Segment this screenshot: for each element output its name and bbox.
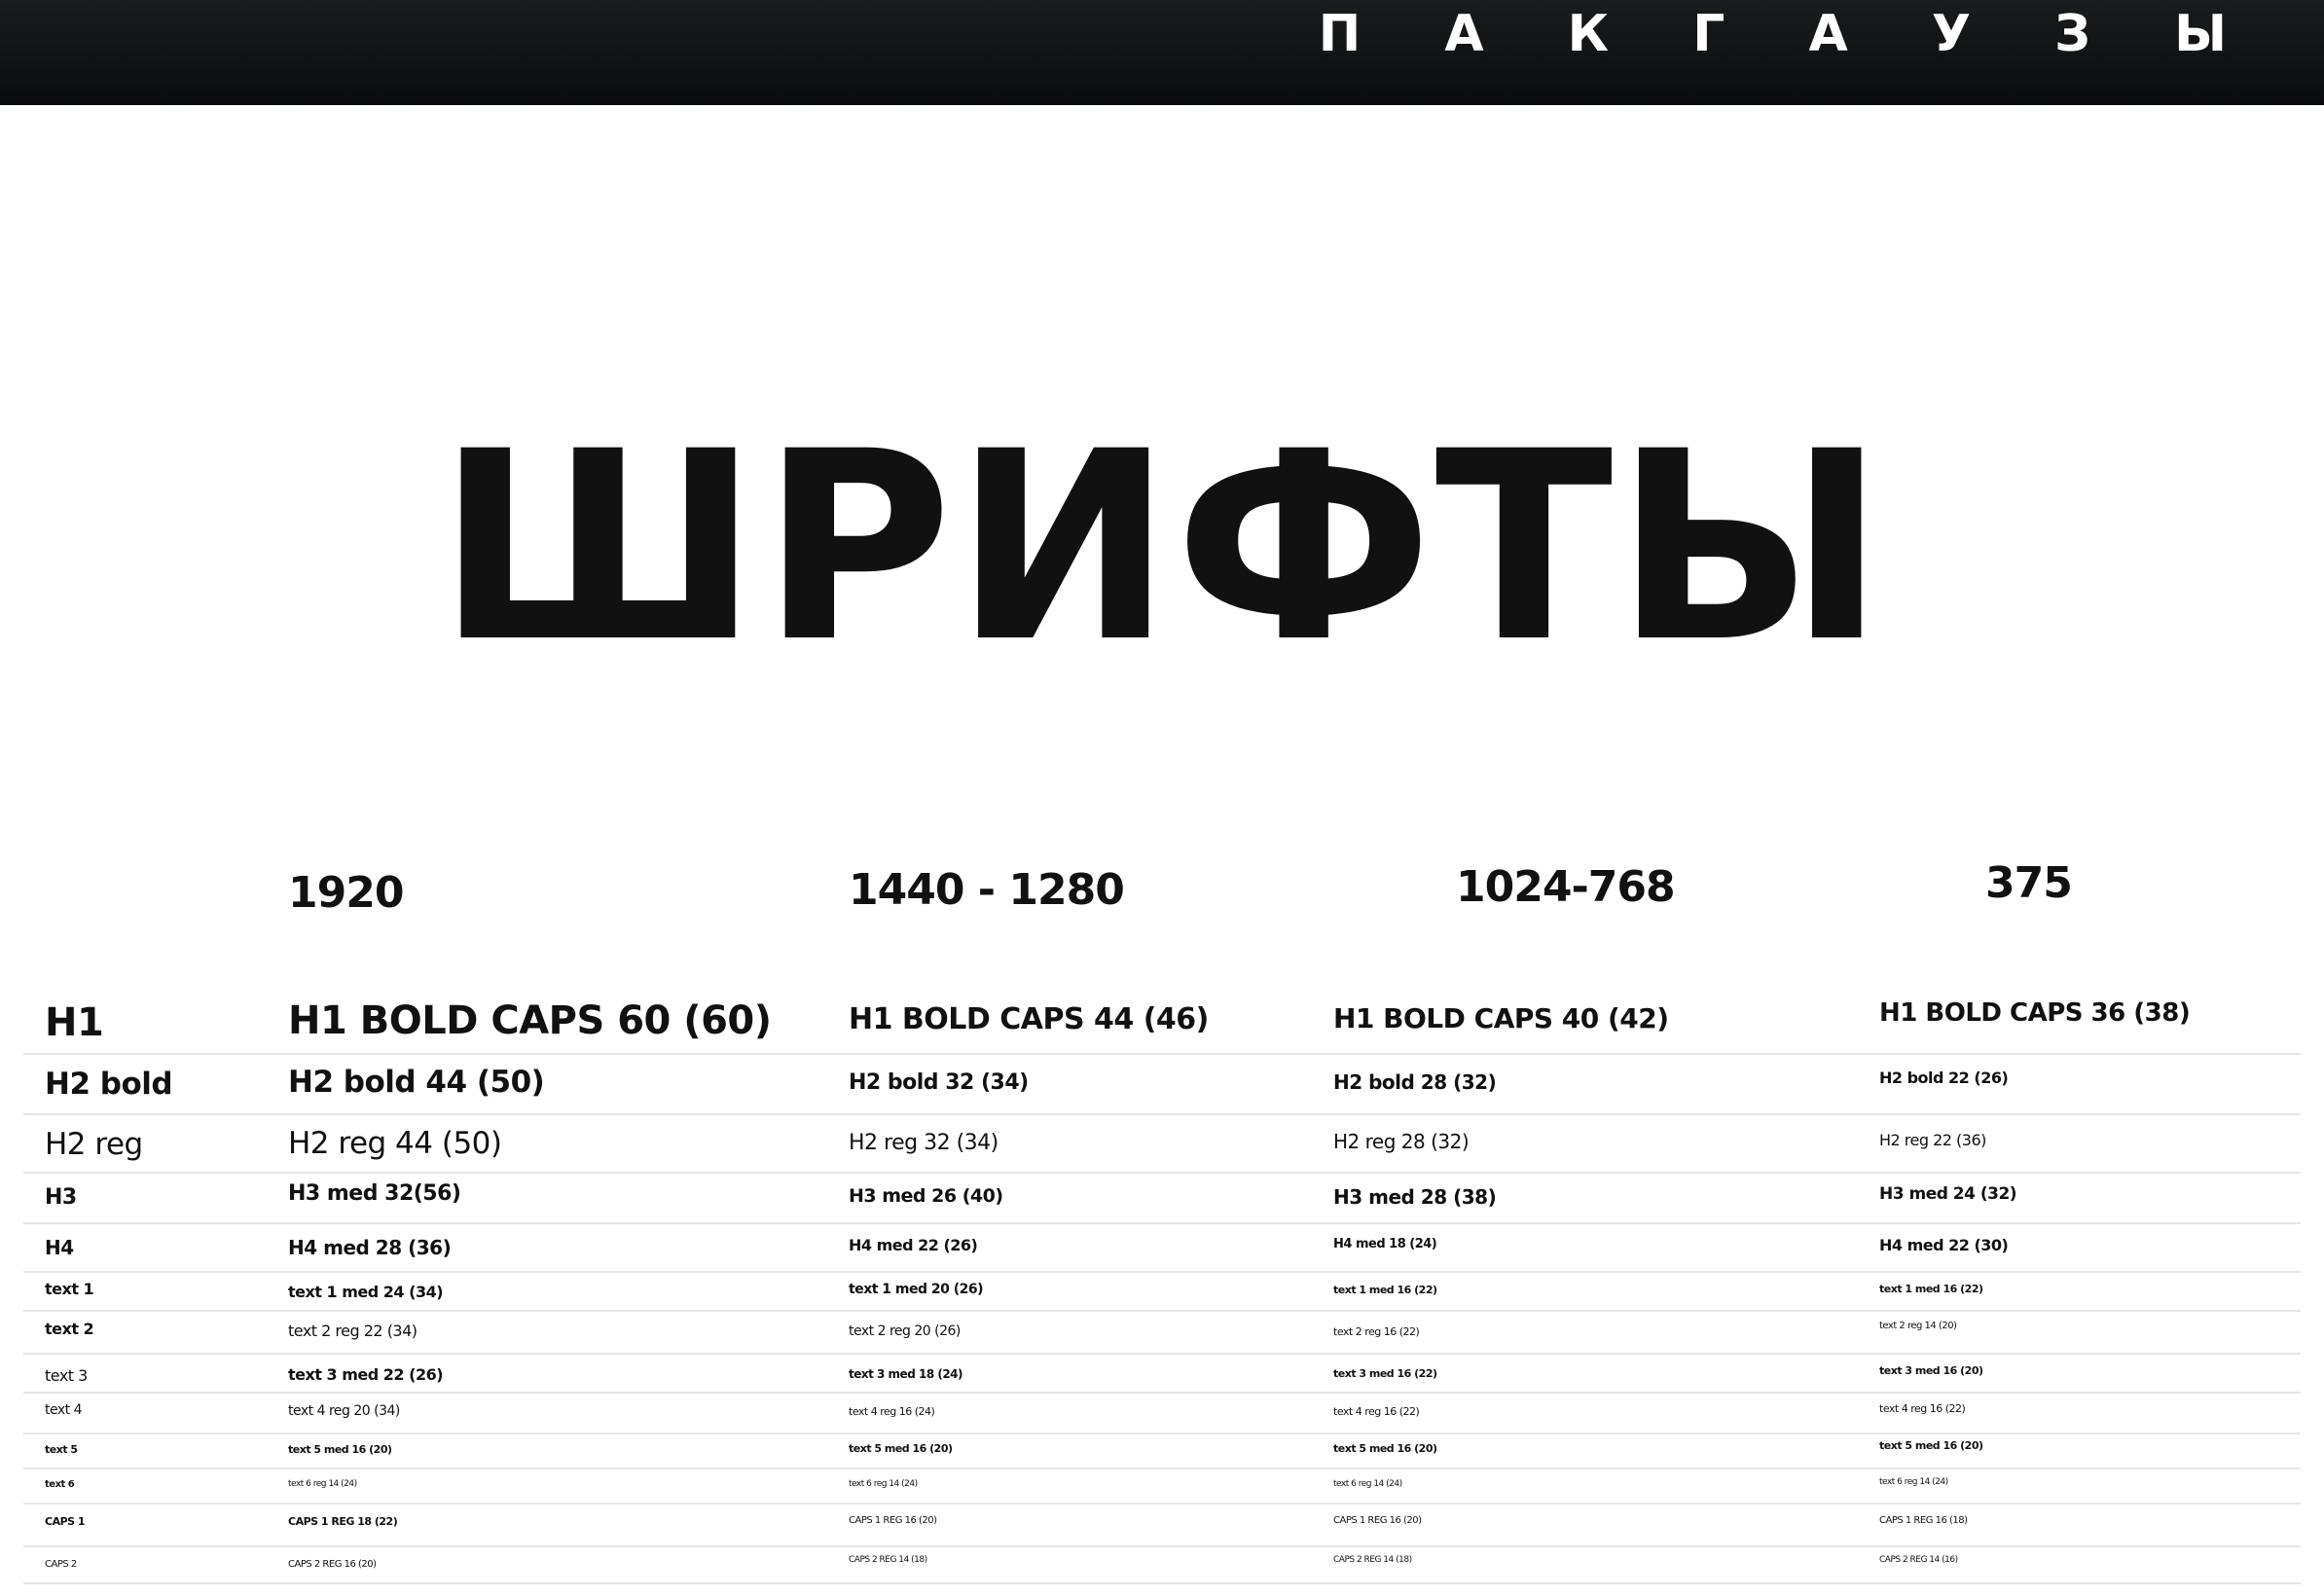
row-label: text 4 [45, 1402, 83, 1418]
cell-1024: text 2 reg 16 (22) [1333, 1325, 1420, 1338]
cell-1024: H3 med 28 (38) [1333, 1185, 1497, 1209]
cell-1440: H1 BOLD CAPS 44 (46) [849, 1002, 1209, 1036]
cell-1920: H2 reg 44 (50) [288, 1126, 502, 1161]
table-row-text-4: text 4 text 4 reg 20 (34) text 4 reg 16 … [23, 1394, 2301, 1434]
row-label: H2 bold [45, 1067, 173, 1102]
cell-1920: text 1 med 24 (34) [288, 1283, 444, 1301]
row-label: text 2 [45, 1320, 94, 1338]
cell-375: text 3 med 16 (20) [1879, 1364, 1983, 1377]
column-header-1024-768: 1024-768 [1456, 862, 1676, 912]
top-bar: П А К Г А У З Ы [0, 0, 2324, 105]
cell-1920: text 6 reg 14 (24) [288, 1479, 357, 1489]
row-label: text 6 [45, 1479, 75, 1490]
table-row-caps-1: CAPS 1 CAPS 1 REG 18 (22) CAPS 1 REG 16 … [23, 1504, 2301, 1547]
cell-1920: H3 med 32(56) [288, 1181, 461, 1206]
cell-1440: text 1 med 20 (26) [849, 1282, 984, 1297]
cell-1440: text 6 reg 14 (24) [849, 1479, 918, 1489]
cell-1024: CAPS 2 REG 14 (18) [1333, 1555, 1412, 1565]
cell-375: H3 med 24 (32) [1879, 1184, 2017, 1204]
table-row-text-2: text 2 text 2 reg 22 (34) text 2 reg 20 … [23, 1312, 2301, 1355]
row-label: H1 [45, 1000, 104, 1045]
table-row-text-6: text 6 text 6 reg 14 (24) text 6 reg 14 … [23, 1469, 2301, 1504]
cell-1440: CAPS 1 REG 16 (20) [849, 1515, 937, 1526]
row-label: H3 [45, 1185, 77, 1210]
cell-1440: text 4 reg 16 (24) [849, 1405, 935, 1418]
cell-1024: text 1 med 16 (22) [1333, 1284, 1437, 1296]
table-row-h2-reg: H2 reg H2 reg 44 (50) H2 reg 32 (34) H2 … [23, 1115, 2301, 1174]
table-row-caps-2: CAPS 2 CAPS 2 REG 16 (20) CAPS 2 REG 14 … [23, 1547, 2301, 1584]
cell-375: CAPS 2 REG 14 (16) [1879, 1555, 1958, 1565]
row-label: text 1 [45, 1280, 94, 1298]
cell-1024: H1 BOLD CAPS 40 (42) [1333, 1002, 1669, 1034]
cell-1440: H3 med 26 (40) [849, 1185, 1003, 1207]
cell-375: text 4 reg 16 (22) [1879, 1402, 1966, 1415]
cell-375: H4 med 22 (30) [1879, 1236, 2009, 1254]
cell-1024: H4 med 18 (24) [1333, 1237, 1437, 1251]
cell-1920: text 4 reg 20 (34) [288, 1403, 400, 1419]
row-label: H2 reg [45, 1127, 143, 1162]
cell-1920: text 5 med 16 (20) [288, 1443, 392, 1456]
cell-1024: H2 reg 28 (32) [1333, 1130, 1470, 1153]
cell-1440: text 3 med 18 (24) [849, 1367, 963, 1381]
cell-1440: text 5 med 16 (20) [849, 1442, 953, 1455]
row-label: H4 [45, 1236, 74, 1259]
cell-1440: H2 reg 32 (34) [849, 1131, 999, 1155]
table-row-text-3: text 3 text 3 med 22 (26) text 3 med 18 … [23, 1355, 2301, 1394]
table-row-h2-bold: H2 bold H2 bold 44 (50) H2 bold 32 (34) … [23, 1055, 2301, 1115]
cell-375: H1 BOLD CAPS 36 (38) [1879, 998, 2191, 1028]
cell-375: H2 bold 22 (26) [1879, 1069, 2009, 1087]
table-row-text-5: text 5 text 5 med 16 (20) text 5 med 16 … [23, 1434, 2301, 1469]
cell-1920: H2 bold 44 (50) [288, 1065, 545, 1100]
cell-1024: CAPS 1 REG 16 (20) [1333, 1515, 1422, 1526]
cell-1920: H4 med 28 (36) [288, 1236, 452, 1259]
cell-1440: CAPS 2 REG 14 (18) [849, 1555, 927, 1565]
table-row-h3: H3 H3 med 32(56) H3 med 26 (40) H3 med 2… [23, 1174, 2301, 1224]
cell-1024: text 3 med 16 (22) [1333, 1367, 1437, 1380]
row-label: CAPS 2 [45, 1559, 77, 1570]
cell-375: CAPS 1 REG 16 (18) [1879, 1515, 1968, 1526]
cell-1440: H2 bold 32 (34) [849, 1070, 1029, 1095]
cell-375: text 6 reg 14 (24) [1879, 1477, 1948, 1487]
cell-1920: text 2 reg 22 (34) [288, 1322, 418, 1340]
column-header-1440-1280: 1440 - 1280 [849, 865, 1125, 915]
row-label: text 3 [45, 1366, 88, 1385]
cell-375: H2 reg 22 (36) [1879, 1131, 1986, 1149]
column-header-1920: 1920 [288, 868, 404, 918]
cell-1024: text 4 reg 16 (22) [1333, 1405, 1420, 1418]
cell-1024: text 5 med 16 (20) [1333, 1442, 1437, 1455]
cell-1920: CAPS 2 REG 16 (20) [288, 1559, 377, 1570]
table-row-h1: H1 H1 BOLD CAPS 60 (60) H1 BOLD CAPS 44 … [23, 991, 2301, 1055]
cell-1440: H4 med 22 (26) [849, 1236, 978, 1254]
column-header-375: 375 [1985, 858, 2073, 908]
row-label: CAPS 1 [45, 1515, 86, 1528]
table-row-h4: H4 H4 med 28 (36) H4 med 22 (26) H4 med … [23, 1224, 2301, 1273]
cell-1440: text 2 reg 20 (26) [849, 1323, 961, 1339]
cell-1024: text 6 reg 14 (24) [1333, 1479, 1402, 1489]
cell-1920: text 3 med 22 (26) [288, 1365, 444, 1384]
cell-375: text 2 reg 14 (20) [1879, 1321, 1957, 1331]
cell-1920: CAPS 1 REG 18 (22) [288, 1515, 398, 1528]
cell-375: text 1 med 16 (22) [1879, 1283, 1983, 1295]
cell-1920: H1 BOLD CAPS 60 (60) [288, 998, 772, 1043]
brand-logo: П А К Г А У З Ы [1318, 5, 2260, 63]
cell-1024: H2 bold 28 (32) [1333, 1070, 1497, 1094]
cell-375: text 5 med 16 (20) [1879, 1439, 1983, 1452]
row-label: text 5 [45, 1443, 78, 1456]
page-title: ШРИФТЫ [436, 396, 1888, 700]
table-row-text-1: text 1 text 1 med 24 (34) text 1 med 20 … [23, 1273, 2301, 1312]
